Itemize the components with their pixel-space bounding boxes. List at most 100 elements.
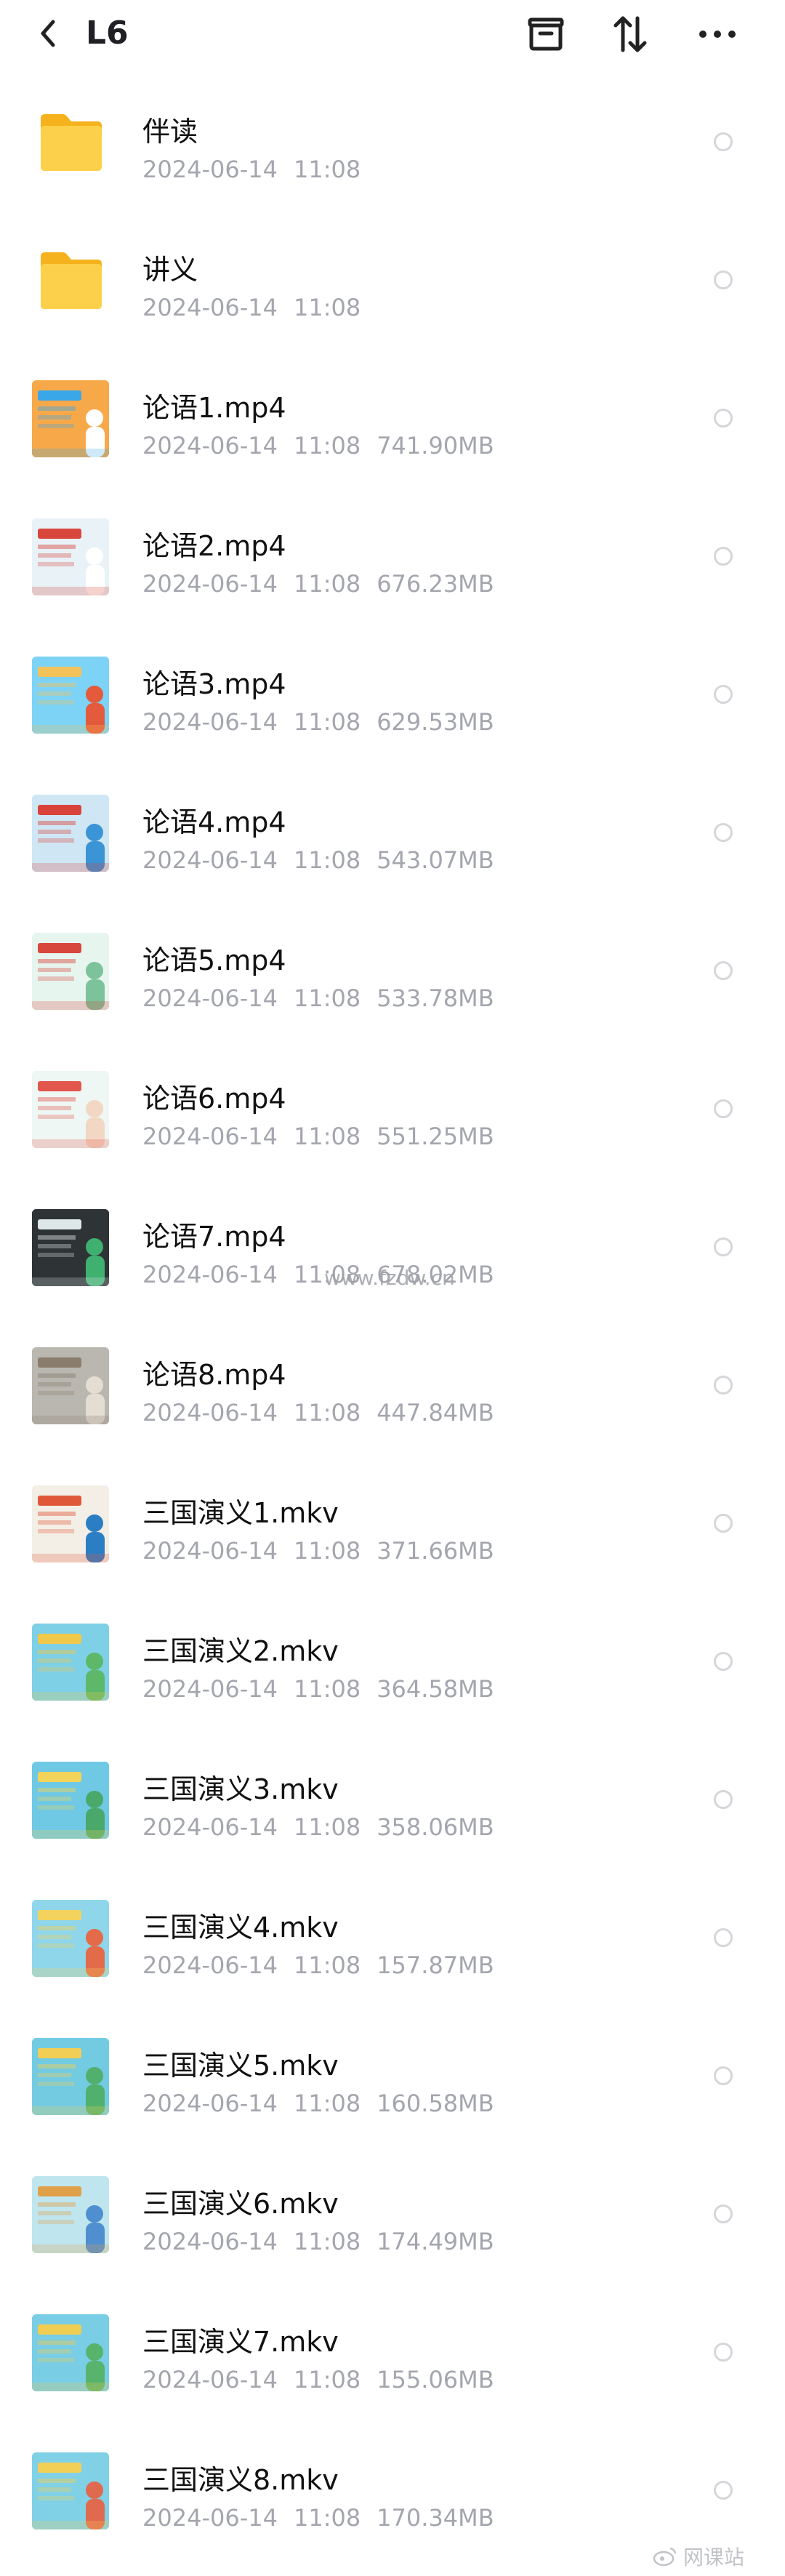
list-item[interactable]: 三国演义6.mkv 2024-06-14 11:08 174.49MB bbox=[0, 2145, 785, 2283]
list-item[interactable]: 论语2.mp4 2024-06-14 11:08 676.23MB bbox=[0, 487, 785, 625]
select-radio[interactable] bbox=[714, 961, 733, 980]
video-thumbnail-image bbox=[32, 1347, 109, 1424]
video-thumbnail bbox=[32, 795, 109, 872]
select-radio[interactable] bbox=[714, 1099, 733, 1118]
select-radio[interactable] bbox=[714, 823, 733, 842]
list-item[interactable]: 三国演义3.mkv 2024-06-14 11:08 358.06MB bbox=[0, 1730, 785, 1869]
select-radio[interactable] bbox=[714, 1237, 733, 1256]
video-thumbnail bbox=[32, 380, 109, 457]
video-thumbnail-image bbox=[32, 1762, 109, 1839]
file-date: 2024-06-14 bbox=[142, 1951, 278, 1979]
select-radio[interactable] bbox=[714, 1514, 733, 1533]
list-item[interactable]: 论语1.mp4 2024-06-14 11:08 741.90MB bbox=[0, 349, 785, 487]
video-thumbnail bbox=[32, 1762, 109, 1839]
file-name: 三国演义4.mkv bbox=[142, 1911, 339, 1943]
select-radio[interactable] bbox=[714, 2481, 733, 2500]
list-item[interactable]: 三国演义2.mkv 2024-06-14 11:08 364.58MB bbox=[0, 1592, 785, 1730]
file-size: 170.34MB bbox=[377, 2504, 494, 2532]
select-radio[interactable] bbox=[714, 1652, 733, 1671]
select-radio[interactable] bbox=[714, 547, 733, 566]
file-time: 11:08 bbox=[293, 2366, 361, 2394]
select-radio[interactable] bbox=[714, 409, 733, 428]
list-item[interactable]: 伴读 2024-06-14 11:08 bbox=[0, 73, 785, 211]
file-meta: 2024-06-14 11:08 447.84MB bbox=[142, 1399, 510, 1427]
file-meta: 2024-06-14 11:08 155.06MB bbox=[142, 2366, 510, 2394]
select-radio[interactable] bbox=[714, 2204, 733, 2223]
file-meta: 2024-06-14 11:08 bbox=[142, 156, 377, 183]
sort-button[interactable] bbox=[609, 13, 651, 55]
file-size: 543.07MB bbox=[377, 846, 494, 874]
file-name: 三国演义6.mkv bbox=[142, 2188, 339, 2220]
file-name: 论语7.mp4 bbox=[142, 1221, 286, 1253]
top-bar: L6 bbox=[0, 0, 785, 67]
file-name: 伴读 bbox=[142, 116, 198, 148]
video-thumbnail-image bbox=[32, 1485, 109, 1562]
list-item[interactable]: 三国演义8.mkv 2024-06-14 11:08 170.34MB bbox=[0, 2421, 785, 2559]
video-thumbnail-image bbox=[32, 2038, 109, 2115]
file-size: 157.87MB bbox=[377, 1951, 494, 1979]
file-size: 629.53MB bbox=[377, 708, 494, 736]
select-radio[interactable] bbox=[714, 1376, 733, 1395]
file-meta: 2024-06-14 11:08 741.90MB bbox=[142, 432, 510, 460]
list-item[interactable]: 三国演义7.mkv 2024-06-14 11:08 155.06MB bbox=[0, 2283, 785, 2421]
select-radio[interactable] bbox=[714, 2066, 733, 2085]
select-radio[interactable] bbox=[714, 1790, 733, 1809]
file-meta: 2024-06-14 11:08 170.34MB bbox=[142, 2504, 510, 2532]
folder-icon bbox=[32, 242, 109, 319]
list-item[interactable]: 三国演义1.mkv 2024-06-14 11:08 371.66MB bbox=[0, 1454, 785, 1592]
select-radio[interactable] bbox=[714, 1928, 733, 1947]
archive-button[interactable] bbox=[525, 13, 567, 55]
file-time: 11:08 bbox=[293, 2228, 361, 2255]
video-thumbnail bbox=[32, 2452, 109, 2529]
video-thumbnail-image bbox=[32, 1624, 109, 1701]
video-thumbnail bbox=[32, 933, 109, 1010]
video-thumbnail-image bbox=[32, 518, 109, 595]
file-name: 三国演义1.mkv bbox=[142, 1497, 339, 1529]
file-size: 741.90MB bbox=[377, 432, 494, 460]
file-time: 11:08 bbox=[293, 1537, 361, 1565]
file-date: 2024-06-14 bbox=[142, 1399, 278, 1427]
corner-watermark: 网课站 bbox=[653, 2542, 744, 2571]
file-size: 447.84MB bbox=[377, 1399, 494, 1427]
video-thumbnail bbox=[32, 1347, 109, 1424]
list-item[interactable]: 论语4.mp4 2024-06-14 11:08 543.07MB bbox=[0, 763, 785, 902]
video-thumbnail bbox=[32, 2314, 109, 2391]
video-thumbnail-image bbox=[32, 795, 109, 872]
list-item[interactable]: 论语5.mp4 2024-06-14 11:08 533.78MB bbox=[0, 902, 785, 1040]
list-item[interactable]: 论语6.mp4 2024-06-14 11:08 551.25MB bbox=[0, 1040, 785, 1178]
list-item[interactable]: 三国演义4.mkv 2024-06-14 11:08 157.87MB bbox=[0, 1869, 785, 2007]
video-thumbnail-image bbox=[32, 1209, 109, 1286]
file-name: 论语4.mp4 bbox=[142, 806, 286, 838]
file-meta: 2024-06-14 11:08 bbox=[142, 294, 377, 321]
list-item[interactable]: 论语8.mp4 2024-06-14 11:08 447.84MB bbox=[0, 1316, 785, 1454]
list-item[interactable]: 论语7.mp4 2024-06-14 11:08 678.02MB bbox=[0, 1178, 785, 1316]
folder-icon bbox=[32, 104, 109, 181]
file-time: 11:08 bbox=[293, 432, 361, 460]
select-radio[interactable] bbox=[714, 2343, 733, 2362]
file-size: 551.25MB bbox=[377, 1123, 494, 1150]
file-date: 2024-06-14 bbox=[142, 2366, 278, 2394]
back-button[interactable] bbox=[32, 16, 64, 51]
file-meta: 2024-06-14 11:08 629.53MB bbox=[142, 708, 510, 736]
list-item[interactable]: 三国演义5.mkv 2024-06-14 11:08 160.58MB bbox=[0, 2007, 785, 2145]
list-item[interactable]: 论语3.mp4 2024-06-14 11:08 629.53MB bbox=[0, 625, 785, 763]
file-meta: 2024-06-14 11:08 676.23MB bbox=[142, 570, 510, 598]
file-meta: 2024-06-14 11:08 551.25MB bbox=[142, 1123, 510, 1150]
file-time: 11:08 bbox=[293, 156, 361, 183]
file-name: 三国演义3.mkv bbox=[142, 1773, 339, 1805]
file-date: 2024-06-14 bbox=[142, 156, 278, 183]
file-name: 三国演义2.mkv bbox=[142, 1635, 339, 1667]
file-date: 2024-06-14 bbox=[142, 2504, 278, 2532]
video-thumbnail-image bbox=[32, 1071, 109, 1148]
select-radio[interactable] bbox=[714, 270, 733, 289]
list-item[interactable]: 讲义 2024-06-14 11:08 bbox=[0, 211, 785, 349]
more-button[interactable] bbox=[696, 13, 738, 55]
file-date: 2024-06-14 bbox=[142, 1537, 278, 1565]
select-radio[interactable] bbox=[714, 685, 733, 704]
file-date: 2024-06-14 bbox=[142, 294, 278, 321]
video-thumbnail-image bbox=[32, 933, 109, 1010]
file-date: 2024-06-14 bbox=[142, 2228, 278, 2255]
file-name: 论语2.mp4 bbox=[142, 530, 286, 562]
select-radio[interactable] bbox=[714, 132, 733, 151]
file-time: 11:08 bbox=[293, 846, 361, 874]
